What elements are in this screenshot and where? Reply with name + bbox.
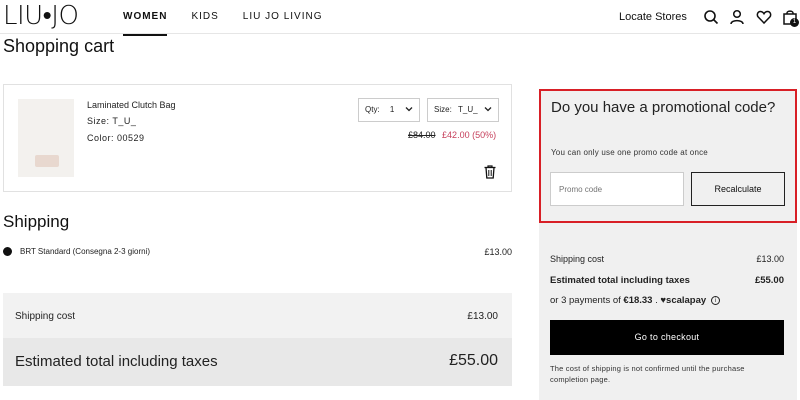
nav-women[interactable]: WOMEN xyxy=(123,11,168,36)
nav-liu-jo-living[interactable]: LIU JO LIVING xyxy=(243,11,323,36)
summary-total-row: Estimated total including taxes £55.00 xyxy=(3,338,512,386)
shipping-option[interactable]: BRT Standard (Consegna 2-3 giorni) £13.0… xyxy=(3,246,512,264)
shipping-radio[interactable] xyxy=(3,247,12,256)
logo[interactable]: LIU•JO xyxy=(3,2,79,30)
promo-code-input[interactable] xyxy=(550,172,684,206)
installment-amount: €18.33 xyxy=(623,295,653,306)
product-color: Color: 00529 xyxy=(87,133,145,143)
qty-label: Qty: xyxy=(365,105,380,114)
chevron-down-icon xyxy=(405,107,413,112)
main-nav: WOMEN KIDS LIU JO LIVING xyxy=(123,11,346,36)
quantity-select[interactable]: Qty: 1 xyxy=(358,98,420,122)
scalapay-installments: or 3 payments of €18.33 . ♥scalapay i xyxy=(550,295,720,306)
shipping-option-name: BRT Standard (Consegna 2-3 giorni) xyxy=(20,247,150,256)
product-name[interactable]: Laminated Clutch Bag xyxy=(87,100,176,110)
site-header: LIU•JO WOMEN KIDS LIU JO LIVING Locate S… xyxy=(0,0,800,36)
recalculate-button[interactable]: Recalculate xyxy=(691,172,785,206)
sidebar-shipping-value: £13.00 xyxy=(756,254,784,264)
cart-item: Laminated Clutch Bag Size: T_U_ Color: 0… xyxy=(3,84,512,192)
promo-code-box: Do you have a promotional code? You can … xyxy=(539,89,797,223)
info-icon[interactable]: i xyxy=(710,295,720,305)
size-select[interactable]: Size: T_U_ xyxy=(427,98,499,122)
locate-stores-link[interactable]: Locate Stores xyxy=(619,11,687,23)
sidebar-total-value: £55.00 xyxy=(754,275,784,286)
product-image[interactable] xyxy=(18,99,74,177)
sidebar-shipping-label: Shipping cost xyxy=(550,254,605,264)
shipping-heading: Shipping xyxy=(3,212,70,231)
nav-kids[interactable]: KIDS xyxy=(191,11,218,36)
shipping-option-price: £13.00 xyxy=(484,247,512,257)
promo-title: Do you have a promotional code? xyxy=(551,99,776,116)
size-select-value: T_U_ xyxy=(458,105,478,114)
summary-shipping-row: Shipping cost £13.00 xyxy=(3,293,512,338)
scalapay-brand: scalapay xyxy=(666,295,707,306)
order-summary-left: Shipping cost £13.00 Estimated total inc… xyxy=(3,293,512,386)
product-size: Size: T_U_ xyxy=(87,116,137,126)
trash-icon[interactable] xyxy=(484,165,496,179)
sidebar-shipping-row: Shipping cost £13.00 xyxy=(550,254,784,264)
summary-shipping-value: £13.00 xyxy=(467,311,498,322)
installments-prefix: or 3 payments of xyxy=(550,295,621,306)
go-to-checkout-button[interactable]: Go to checkout xyxy=(550,320,784,355)
old-price: £84.00 xyxy=(408,130,436,140)
qty-value: 1 xyxy=(389,105,395,114)
promo-subtitle: You can only use one promo code at once xyxy=(551,148,708,157)
search-icon[interactable] xyxy=(703,9,719,25)
installments-separator: . xyxy=(655,295,658,306)
size-select-label: Size: xyxy=(434,105,452,114)
wishlist-heart-icon[interactable] xyxy=(756,9,772,25)
sidebar-total-label: Estimated total including taxes xyxy=(550,275,690,286)
sale-price: £42.00 (50%) xyxy=(442,130,497,140)
summary-total-label: Estimated total including taxes xyxy=(15,353,218,370)
chevron-down-icon xyxy=(484,107,492,112)
sidebar-total-row: Estimated total including taxes £55.00 xyxy=(550,275,784,286)
shipping-note: The cost of shipping is not confirmed un… xyxy=(550,364,745,384)
bag-count-badge: 1 xyxy=(790,18,799,27)
account-icon[interactable] xyxy=(729,9,745,25)
price-row: £84.00 £42.00 (50%) xyxy=(408,130,496,140)
page-title: Shopping cart xyxy=(3,36,115,56)
summary-total-value: £55.00 xyxy=(449,352,498,369)
summary-shipping-label: Shipping cost xyxy=(15,311,76,322)
